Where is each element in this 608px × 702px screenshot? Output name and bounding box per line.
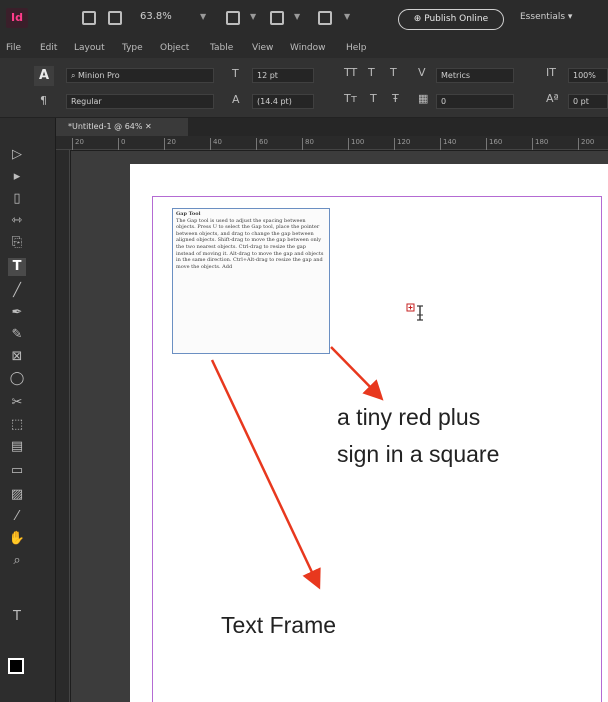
annotation-plus-sign-line2: sign in a square bbox=[337, 441, 500, 467]
formatting-affects-text-icon[interactable]: T bbox=[8, 608, 26, 626]
paragraph-formatting-button[interactable]: ¶ bbox=[40, 94, 47, 107]
content-collector-icon[interactable]: ⎘ bbox=[8, 234, 26, 252]
tools-panel: ▷ ▸ ▯ ⇿ ⎘ T ╱ ✒ ✎ ⊠ ◯ ✂ ⬚ ▤ ▭ ▨ ⁄ ✋ ⌕ T bbox=[0, 118, 56, 702]
tracking-icon: ▦ bbox=[418, 92, 429, 105]
chevron-down-icon[interactable]: ▼ bbox=[294, 12, 300, 21]
control-panel: A ¶ ⌕ Minion Pro Regular T 12 pt A (14.4… bbox=[0, 58, 608, 118]
ruler-tick-label: 140 bbox=[440, 138, 456, 150]
document-tab-bar: *Untitled-1 @ 64% ✕ bbox=[56, 118, 608, 136]
menu-layout[interactable]: Layout bbox=[74, 43, 105, 53]
frame-heading: Gap Tool bbox=[176, 211, 201, 217]
strikethrough-icon[interactable]: Ŧ bbox=[392, 92, 399, 105]
workspace-label: Essentials bbox=[520, 12, 566, 22]
type-cursor-plus-icon bbox=[406, 303, 423, 321]
small-caps-icon[interactable]: Tᴛ bbox=[344, 92, 357, 105]
font-family-select[interactable]: ⌕ Minion Pro bbox=[66, 68, 214, 83]
direct-selection-tool-icon[interactable]: ▸ bbox=[8, 168, 26, 186]
vertical-ruler[interactable] bbox=[56, 150, 70, 702]
view-options-icon[interactable] bbox=[226, 11, 240, 25]
baseline-shift-field[interactable]: 0 pt bbox=[568, 94, 608, 109]
vertical-scale-icon: IT bbox=[546, 66, 556, 79]
text-frame[interactable]: Gap Tool The Gap tool is used to adjust … bbox=[172, 208, 330, 354]
kerning-field[interactable]: Metrics bbox=[436, 68, 514, 83]
subscript-icon[interactable]: T bbox=[370, 92, 377, 105]
type-tool-icon[interactable]: T bbox=[8, 258, 26, 276]
free-transform-tool-icon[interactable]: ⬚ bbox=[8, 416, 26, 434]
ellipse-tool-icon[interactable]: ◯ bbox=[8, 370, 26, 388]
kerning-icon: V bbox=[418, 66, 426, 79]
ruler-tick-label: 20 bbox=[164, 138, 176, 150]
menu-object[interactable]: Object bbox=[160, 43, 189, 53]
fill-stroke-icon[interactable] bbox=[8, 658, 24, 674]
ruler-tick-label: 180 bbox=[532, 138, 548, 150]
ruler-tick-label: 120 bbox=[394, 138, 410, 150]
horizontal-ruler[interactable]: 20 0 20 40 60 80 100 120 140 160 180 200 bbox=[56, 136, 608, 150]
menu-bar: File Edit Layout Type Object Table View … bbox=[0, 40, 608, 58]
publish-online-label: Publish Online bbox=[424, 14, 489, 24]
menu-file[interactable]: File bbox=[6, 43, 21, 53]
leading-icon: A bbox=[232, 93, 240, 106]
stock-icon[interactable] bbox=[108, 11, 122, 25]
note-tool-icon[interactable]: ▭ bbox=[8, 462, 26, 480]
superscript-icon[interactable]: T bbox=[368, 66, 375, 79]
eyedropper-tool-icon[interactable]: ⁄ bbox=[8, 508, 26, 526]
character-formatting-button[interactable]: A bbox=[34, 66, 54, 86]
frame-body-text: The Gap tool is used to adjust the spaci… bbox=[176, 217, 324, 270]
ruler-tick-label: 200 bbox=[578, 138, 594, 150]
scissors-tool-icon[interactable]: ✂ bbox=[8, 394, 26, 412]
font-size-icon: T bbox=[232, 67, 239, 80]
all-caps-icon[interactable]: TT bbox=[344, 66, 357, 79]
tracking-field[interactable]: 0 bbox=[436, 94, 514, 109]
ruler-tick-label: 40 bbox=[210, 138, 222, 150]
chevron-down-icon[interactable]: ▼ bbox=[344, 12, 350, 21]
font-size-field[interactable]: 12 pt bbox=[252, 68, 314, 83]
selection-tool-icon[interactable]: ▷ bbox=[8, 146, 26, 164]
ruler-tick-label: 160 bbox=[486, 138, 502, 150]
application-bar: Id 63.8% ▼ ▼ ▼ ▼ ⊕ Publish Online Essent… bbox=[0, 0, 608, 40]
underline-icon[interactable]: T bbox=[390, 66, 397, 79]
search-icon: ⌕ bbox=[71, 71, 79, 80]
baseline-shift-icon: Aª bbox=[546, 92, 559, 105]
chevron-down-icon[interactable]: ▼ bbox=[200, 12, 206, 21]
menu-help[interactable]: Help bbox=[346, 43, 367, 53]
menu-edit[interactable]: Edit bbox=[40, 43, 57, 53]
ruler-tick-label: 60 bbox=[256, 138, 268, 150]
rectangle-frame-tool-icon[interactable]: ⊠ bbox=[8, 348, 26, 366]
menu-table[interactable]: Table bbox=[210, 43, 233, 53]
hand-tool-icon[interactable]: ✋ bbox=[8, 530, 26, 548]
line-tool-icon[interactable]: ╱ bbox=[8, 282, 26, 300]
scale-field[interactable]: 100% bbox=[568, 68, 608, 83]
font-family-value: Minion Pro bbox=[78, 71, 120, 80]
bridge-icon[interactable] bbox=[82, 11, 96, 25]
zoom-level[interactable]: 63.8% bbox=[140, 11, 172, 22]
gradient-swatch-tool-icon[interactable]: ▤ bbox=[8, 438, 26, 456]
color-theme-tool-icon[interactable]: ▨ bbox=[8, 486, 26, 504]
font-style-select[interactable]: Regular bbox=[66, 94, 214, 109]
zoom-tool-icon[interactable]: ⌕ bbox=[8, 552, 26, 570]
workspace-switcher[interactable]: Essentials ▾ bbox=[520, 12, 572, 22]
gap-tool-icon[interactable]: ⇿ bbox=[8, 212, 26, 230]
annotation-text-frame: Text Frame bbox=[221, 612, 337, 638]
ruler-tick-label: 20 bbox=[72, 138, 84, 150]
page-tool-icon[interactable]: ▯ bbox=[8, 190, 26, 208]
close-icon[interactable]: ✕ bbox=[145, 122, 152, 131]
annotation-plus-sign-line1: a tiny red plus bbox=[337, 404, 481, 430]
indesign-logo: Id bbox=[6, 8, 28, 28]
ruler-tick-label: 80 bbox=[302, 138, 314, 150]
ruler-tick-label: 0 bbox=[118, 138, 125, 150]
ruler-tick-label: 100 bbox=[348, 138, 364, 150]
menu-type[interactable]: Type bbox=[122, 43, 143, 53]
leading-field[interactable]: (14.4 pt) bbox=[252, 94, 314, 109]
publish-online-button[interactable]: ⊕ Publish Online bbox=[398, 9, 504, 30]
menu-window[interactable]: Window bbox=[290, 43, 326, 53]
arrange-documents-icon[interactable] bbox=[318, 11, 332, 25]
pen-tool-icon[interactable]: ✒ bbox=[8, 304, 26, 322]
document-tab-title: *Untitled-1 @ 64% bbox=[68, 122, 143, 131]
pencil-tool-icon[interactable]: ✎ bbox=[8, 326, 26, 344]
menu-view[interactable]: View bbox=[252, 43, 273, 53]
document-tab[interactable]: *Untitled-1 @ 64% ✕ bbox=[56, 118, 188, 136]
screen-mode-icon[interactable] bbox=[270, 11, 284, 25]
chevron-down-icon[interactable]: ▼ bbox=[250, 12, 256, 21]
